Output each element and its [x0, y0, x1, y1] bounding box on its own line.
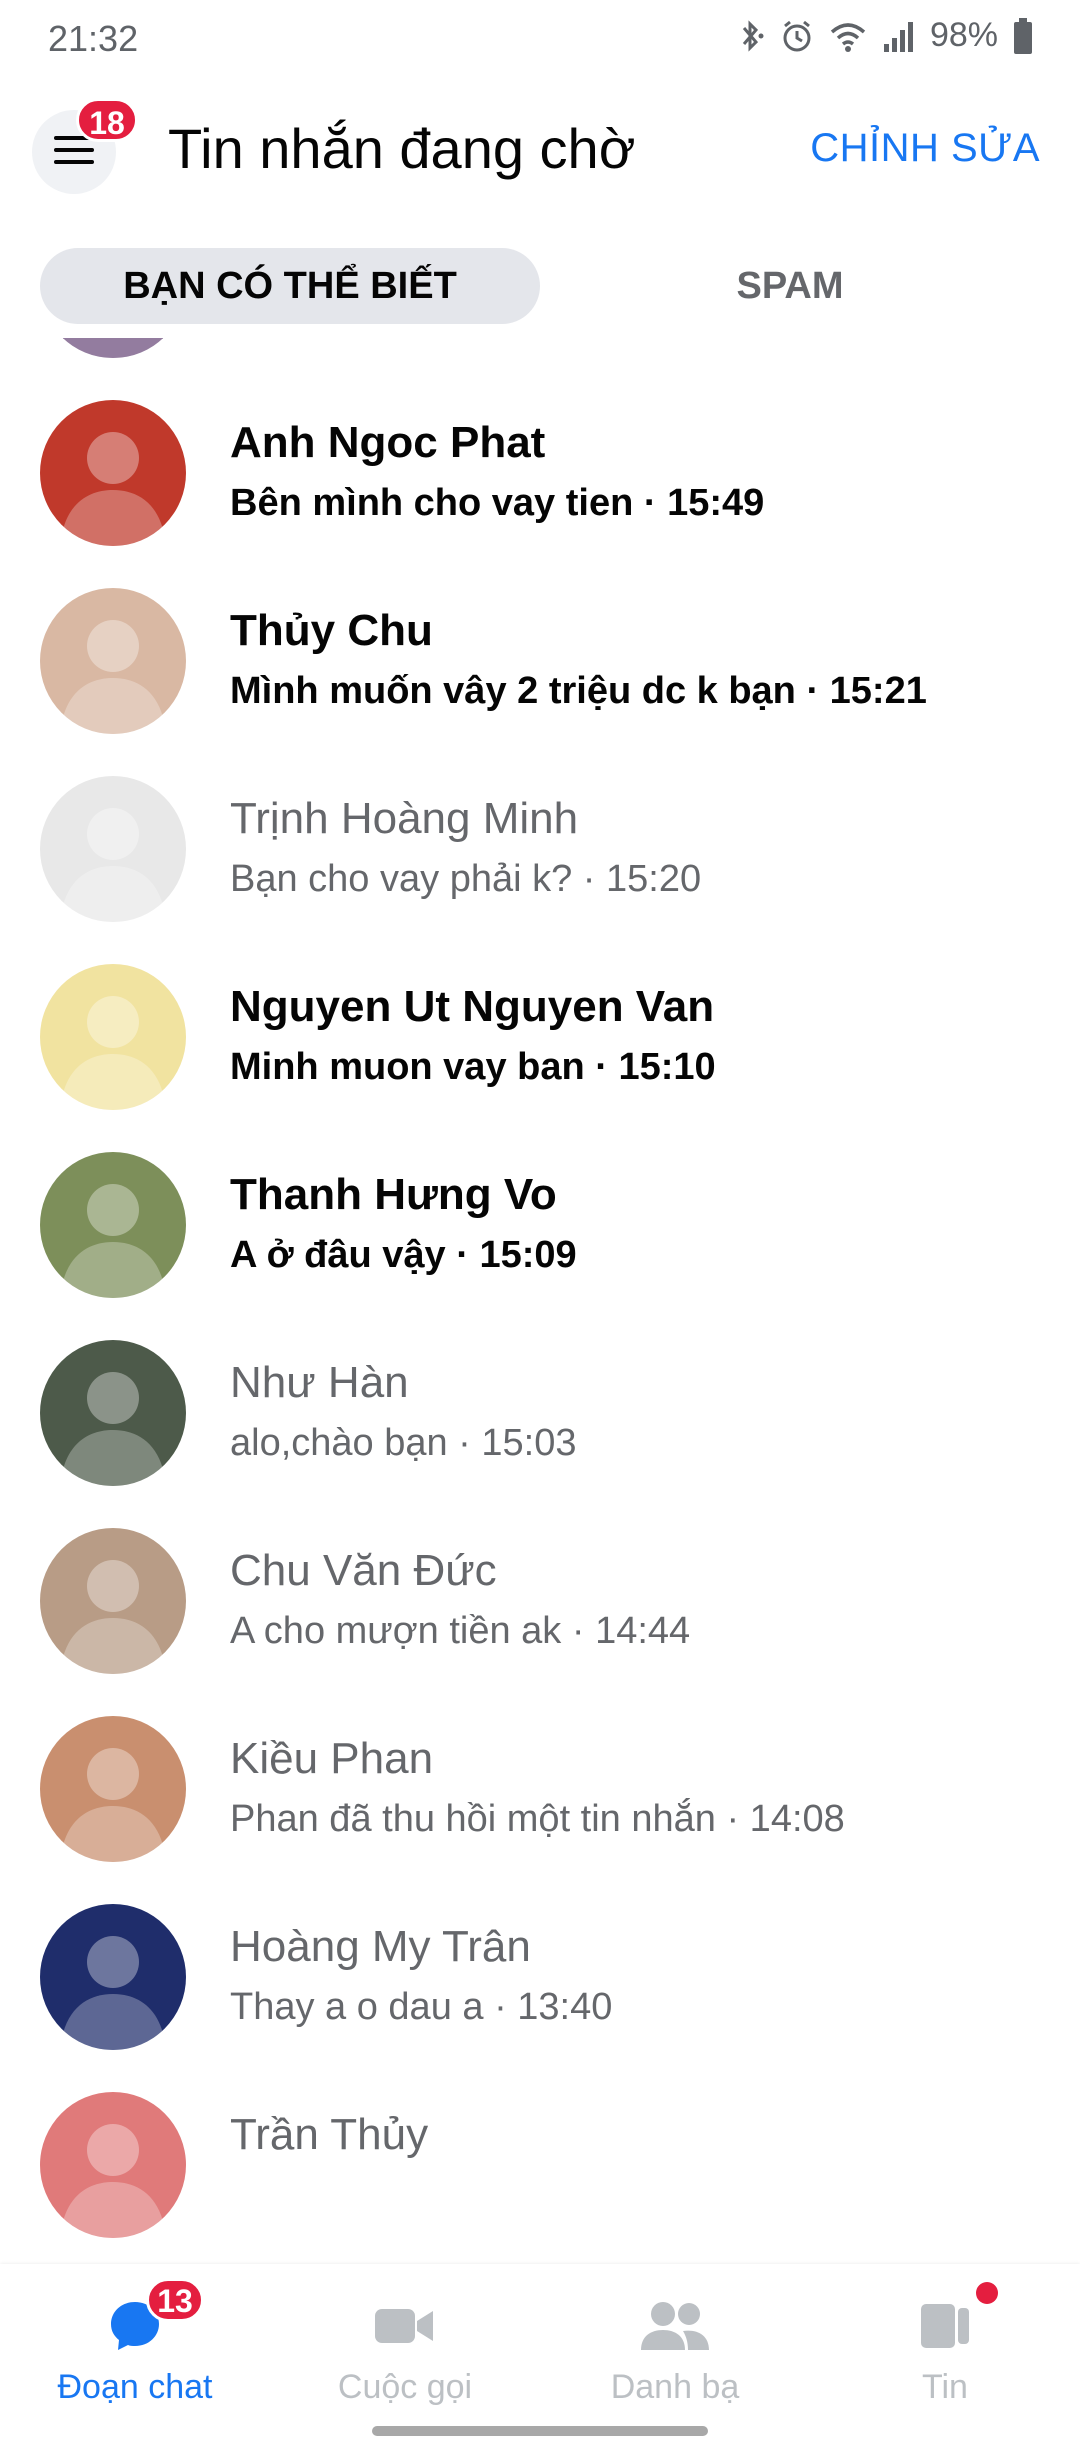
battery-percent: 98%	[929, 16, 998, 54]
status-icons: 98%	[736, 16, 1034, 55]
conversation-preview: A ở đâu vậy · 15:09	[230, 1234, 577, 1276]
signal-icon	[882, 18, 916, 54]
conversation-list[interactable]: Trang Tinh. · 15:59 Anh Ngoc Phat Bên mình…	[0, 338, 1080, 2264]
conversation-name: Như Hàn	[230, 1358, 409, 1407]
conversation-name: Anh Ngoc Phat	[230, 418, 546, 467]
avatar[interactable]	[40, 338, 186, 358]
home-indicator	[372, 2426, 708, 2436]
avatar[interactable]	[40, 776, 186, 922]
nav-chats[interactable]: 13 Đoạn chat	[0, 2264, 270, 2424]
conversation-preview: Minh muon vay ban · 15:10	[230, 1046, 716, 1088]
page-title: Tin nhắn đang chờ	[168, 117, 636, 180]
conversation-row[interactable]: Thanh Hưng Vo A ở đâu vậy · 15:09	[0, 1130, 1080, 1318]
conversation-row[interactable]: Trang Tinh. · 15:59	[0, 338, 1080, 378]
conversation-row[interactable]: Thủy Chu Mình muốn vây 2 triệu dc k bạn ·…	[0, 566, 1080, 754]
avatar[interactable]	[40, 1528, 186, 1674]
nav-contacts[interactable]: Danh bạ	[540, 2264, 810, 2424]
nav-stories[interactable]: Tin	[810, 2264, 1080, 2424]
conversation-row[interactable]: Hoàng My Trân Thay a o dau a · 13:40	[0, 1882, 1080, 2070]
avatar[interactable]	[40, 400, 186, 546]
conversation-row[interactable]: Trịnh Hoàng Minh Bạn cho vay phải k? · 15…	[0, 754, 1080, 942]
nav-chats-label: Đoạn chat	[57, 2368, 213, 2406]
avatar[interactable]	[40, 588, 186, 734]
conversation-row[interactable]: Anh Ngoc Phat Bên mình cho vay tien · 15:…	[0, 378, 1080, 566]
chats-badge: 13	[146, 2278, 204, 2322]
status-time: 21:32	[48, 18, 139, 59]
conversation-row[interactable]: Chu Văn Đức A cho mượn tiền ak · 14:44	[0, 1506, 1080, 1694]
people-icon	[639, 2294, 711, 2358]
stories-notification-dot	[976, 2282, 998, 2304]
battery-icon	[1012, 17, 1034, 55]
status-bar: 21:32 98%	[0, 0, 1080, 80]
conversation-row[interactable]: Kiều Phan Phan đã thu hồi một tin nhắn · …	[0, 1694, 1080, 1882]
conversation-name: Chu Văn Đức	[230, 1546, 497, 1595]
nav-calls-label: Cuộc gọi	[337, 2368, 473, 2406]
conversation-row[interactable]: Trần Thủy	[0, 2070, 1080, 2258]
conversation-name: Hoàng My Trân	[230, 1922, 531, 1971]
conversation-preview: Bạn cho vay phải k? · 15:20	[230, 858, 702, 900]
conversation-preview: Bên mình cho vay tien · 15:49	[230, 482, 765, 524]
nav-calls[interactable]: Cuộc gọi	[270, 2264, 540, 2424]
nav-contacts-label: Danh bạ	[610, 2368, 740, 2406]
avatar[interactable]	[40, 1340, 186, 1486]
avatar[interactable]	[40, 964, 186, 1110]
tab-people-you-may-know[interactable]: BẠN CÓ THỂ BIẾT	[40, 248, 540, 324]
nav-stories-label: Tin	[922, 2368, 968, 2406]
conversation-name: Thanh Hưng Vo	[230, 1170, 557, 1219]
wifi-icon	[828, 18, 868, 54]
conversation-preview: alo,chào bạn · 15:03	[230, 1422, 577, 1464]
edit-button[interactable]: CHỈNH SỬA	[810, 126, 1040, 171]
stories-icon	[909, 2294, 981, 2358]
tabs: BẠN CÓ THỂ BIẾT SPAM	[40, 248, 1040, 324]
avatar[interactable]	[40, 1152, 186, 1298]
conversation-preview: Mình muốn vây 2 triệu dc k bạn · 15:21	[230, 670, 927, 712]
conversation-name: Trần Thủy	[230, 2110, 429, 2159]
bluetooth-icon	[736, 18, 766, 54]
alarm-icon	[780, 18, 814, 54]
conversation-preview: A cho mượn tiền ak · 14:44	[230, 1610, 691, 1652]
conversation-name: Kiều Phan	[230, 1734, 434, 1783]
tab-spam[interactable]: SPAM	[540, 248, 1040, 324]
conversation-preview: Phan đã thu hồi một tin nhắn · 14:08	[230, 1798, 845, 1840]
conversation-name: Trịnh Hoàng Minh	[230, 794, 579, 843]
conversation-name: Thủy Chu	[230, 606, 433, 655]
conversation-row[interactable]: Như Hàn alo,chào bạn · 15:03	[0, 1318, 1080, 1506]
avatar[interactable]	[40, 1716, 186, 1862]
avatar[interactable]	[40, 2092, 186, 2238]
conversation-preview: Thay a o dau a · 13:40	[230, 1986, 613, 2028]
video-camera-icon	[369, 2294, 441, 2358]
avatar[interactable]	[40, 1904, 186, 2050]
conversation-row[interactable]: Nguyen Ut Nguyen Van Minh muon vay ban · …	[0, 942, 1080, 1130]
conversation-name: Nguyen Ut Nguyen Van	[230, 982, 715, 1031]
header: 18 Tin nhắn đang chờ CHỈNH SỬA	[0, 80, 1080, 220]
menu-badge: 18	[76, 98, 138, 142]
